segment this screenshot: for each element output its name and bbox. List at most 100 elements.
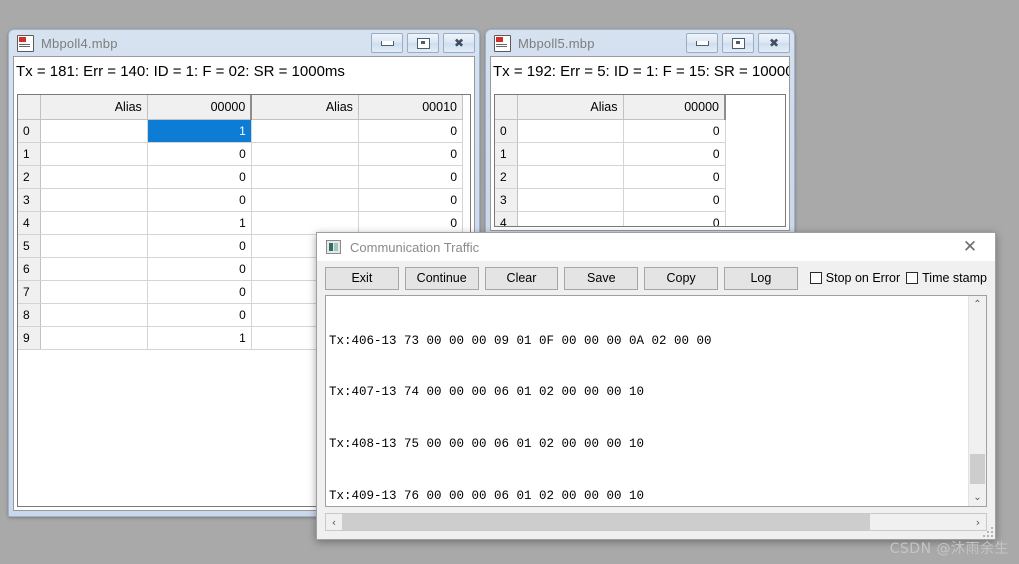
row-index[interactable]: 0 xyxy=(18,119,41,143)
close-button[interactable]: ✖ xyxy=(758,33,790,53)
cell-alias-1[interactable] xyxy=(40,280,148,304)
save-button[interactable]: Save xyxy=(564,266,639,290)
cell-value-00010[interactable]: 0 xyxy=(358,119,464,143)
row-index[interactable]: 9 xyxy=(18,326,41,350)
row-index[interactable]: 7 xyxy=(18,280,41,304)
table-row[interactable]: 4 0 xyxy=(495,211,726,226)
restore-button[interactable] xyxy=(722,33,754,53)
row-index[interactable]: 3 xyxy=(18,188,41,212)
cell-alias-1[interactable] xyxy=(517,165,624,189)
cell-value-00000[interactable]: 0 xyxy=(623,119,726,143)
header-00000[interactable]: 00000 xyxy=(623,95,726,120)
cell-value-00000[interactable]: 0 xyxy=(147,280,252,304)
cell-value-00000[interactable]: 0 xyxy=(623,142,726,166)
table-row[interactable]: 1 0 0 xyxy=(18,142,464,166)
table-row[interactable]: 3 0 xyxy=(495,188,726,212)
cell-alias-2[interactable] xyxy=(251,165,359,189)
cell-value-00000[interactable]: 0 xyxy=(147,303,252,327)
cell-alias-1[interactable] xyxy=(517,142,624,166)
cell-alias-1[interactable] xyxy=(517,188,624,212)
row-index[interactable]: 2 xyxy=(18,165,41,189)
row-index[interactable]: 4 xyxy=(18,211,41,235)
cell-value-00010[interactable]: 0 xyxy=(358,142,464,166)
cell-alias-1[interactable] xyxy=(40,142,148,166)
row-index[interactable]: 1 xyxy=(18,142,41,166)
row-index[interactable]: 5 xyxy=(18,234,41,258)
cell-alias-2[interactable] xyxy=(251,119,359,143)
log-vertical-scrollbar[interactable]: ⌃ ⌄ xyxy=(968,296,986,506)
titlebar-mbpoll5[interactable]: Mbpoll5.mbp ✖ xyxy=(486,30,794,56)
table-row[interactable]: 0 1 0 xyxy=(18,119,464,143)
cell-value-00010[interactable]: 0 xyxy=(358,165,464,189)
cell-alias-2[interactable] xyxy=(251,142,359,166)
header-corner[interactable] xyxy=(495,95,518,120)
scroll-up-icon[interactable]: ⌃ xyxy=(969,296,986,313)
dialog-titlebar[interactable]: Communication Traffic ✕ xyxy=(317,233,995,261)
header-00000[interactable]: 00000 xyxy=(147,95,253,120)
exit-button[interactable]: Exit xyxy=(325,266,399,290)
table-row[interactable]: 2 0 0 xyxy=(18,165,464,189)
cell-alias-1[interactable] xyxy=(40,257,148,281)
continue-button[interactable]: Continue xyxy=(404,266,479,290)
cell-alias-1[interactable] xyxy=(517,119,624,143)
row-index[interactable]: 2 xyxy=(495,165,518,189)
cell-value-00000[interactable]: 1 xyxy=(147,326,252,350)
communication-traffic-dialog[interactable]: Communication Traffic ✕ Exit Continue Cl… xyxy=(316,232,996,540)
restore-button[interactable] xyxy=(407,33,439,53)
cell-alias-1[interactable] xyxy=(40,211,148,235)
cell-value-00000[interactable]: 0 xyxy=(623,211,726,226)
cell-alias-1[interactable] xyxy=(40,188,148,212)
cell-value-00000[interactable]: 0 xyxy=(147,142,252,166)
cell-value-00000[interactable]: 0 xyxy=(147,257,252,281)
cell-alias-1[interactable] xyxy=(40,303,148,327)
log-button[interactable]: Log xyxy=(723,266,798,290)
table-row[interactable]: 2 0 xyxy=(495,165,726,189)
vertical-scroll-thumb[interactable] xyxy=(970,454,985,484)
resize-grip[interactable] xyxy=(982,526,993,537)
close-icon[interactable]: ✕ xyxy=(949,234,991,260)
cell-alias-1[interactable] xyxy=(40,165,148,189)
header-alias-2[interactable]: Alias xyxy=(251,95,359,120)
table-row[interactable]: 3 0 0 xyxy=(18,188,464,212)
row-index[interactable]: 8 xyxy=(18,303,41,327)
mdi-window-mbpoll5[interactable]: Mbpoll5.mbp ✖ Tx = 192: Err = 5: ID = 1:… xyxy=(485,29,795,237)
cell-value-00000[interactable]: 0 xyxy=(147,188,252,212)
row-index[interactable]: 4 xyxy=(495,211,518,226)
cell-value-00000[interactable]: 1 xyxy=(147,211,252,235)
checkbox-box[interactable] xyxy=(906,272,919,284)
row-index[interactable]: 0 xyxy=(495,119,518,143)
header-alias-1[interactable]: Alias xyxy=(517,95,624,120)
cell-value-00000[interactable]: 0 xyxy=(147,234,252,258)
cell-value-00000[interactable]: 0 xyxy=(623,188,726,212)
time-stamp-checkbox[interactable]: Time stamp xyxy=(906,271,987,285)
row-index[interactable]: 3 xyxy=(495,188,518,212)
titlebar-mbpoll4[interactable]: Mbpoll4.mbp ✖ xyxy=(9,30,479,56)
cell-alias-1[interactable] xyxy=(517,211,624,226)
row-index[interactable]: 1 xyxy=(495,142,518,166)
header-alias-1[interactable]: Alias xyxy=(40,95,148,120)
header-00010[interactable]: 00010 xyxy=(358,95,464,120)
header-corner[interactable] xyxy=(18,95,41,120)
cell-value-00010[interactable]: 0 xyxy=(358,188,464,212)
horizontal-scroll-track[interactable] xyxy=(342,514,970,530)
horizontal-scroll-thumb[interactable] xyxy=(342,514,870,530)
close-button[interactable]: ✖ xyxy=(443,33,475,53)
minimize-button[interactable] xyxy=(371,33,403,53)
scroll-left-icon[interactable]: ‹ xyxy=(326,514,342,530)
cell-value-00000[interactable]: 0 xyxy=(623,165,726,189)
traffic-log-panel[interactable]: Tx:406-13 73 00 00 00 09 01 0F 00 00 00 … xyxy=(325,295,987,507)
log-horizontal-scrollbar[interactable]: ‹ › xyxy=(325,513,987,531)
table-row[interactable]: 0 0 xyxy=(495,119,726,143)
table-row[interactable]: 1 0 xyxy=(495,142,726,166)
clear-button[interactable]: Clear xyxy=(484,266,559,290)
data-grid-mbpoll5[interactable]: Alias 00000 0 0 1 0 2 0 3 0 4 0 xyxy=(494,94,786,227)
cell-value-00000[interactable]: 0 xyxy=(147,165,252,189)
minimize-button[interactable] xyxy=(686,33,718,53)
checkbox-box[interactable] xyxy=(809,272,822,284)
stop-on-error-checkbox[interactable]: Stop on Error xyxy=(809,271,900,285)
row-index[interactable]: 6 xyxy=(18,257,41,281)
cell-alias-2[interactable] xyxy=(251,188,359,212)
cell-alias-1[interactable] xyxy=(40,326,148,350)
scroll-down-icon[interactable]: ⌄ xyxy=(969,489,986,506)
cell-value-00000[interactable]: 1 xyxy=(147,119,252,143)
